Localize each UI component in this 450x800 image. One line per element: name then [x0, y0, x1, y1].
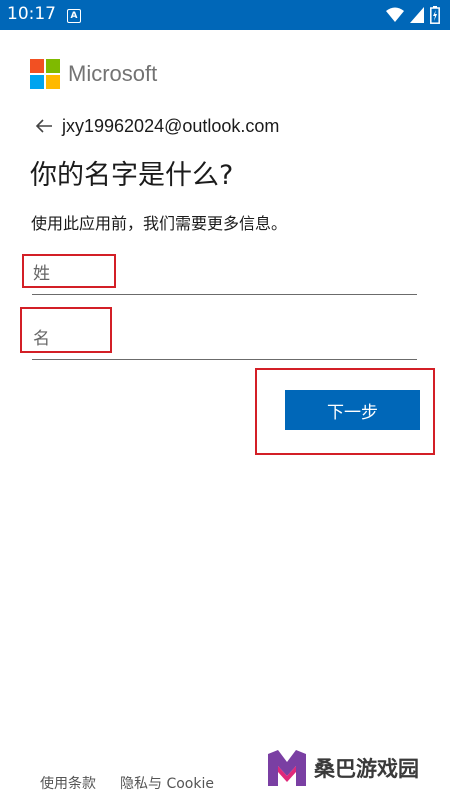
microsoft-logo-icon	[30, 59, 60, 89]
account-email: jxy19962024@outlook.com	[62, 115, 280, 136]
battery-icon	[430, 6, 440, 24]
watermark-logo-icon	[268, 750, 306, 786]
page-subtitle: 使用此应用前，我们需要更多信息。	[31, 214, 288, 233]
status-time: 10:17	[7, 4, 56, 24]
microsoft-logo: Microsoft	[30, 59, 157, 89]
status-icons	[386, 6, 440, 24]
status-bar: 10:17 A	[0, 0, 450, 30]
account-row: jxy19962024@outlook.com	[34, 115, 279, 137]
first-name-highlight-box	[20, 307, 112, 353]
wifi-icon	[386, 7, 404, 22]
next-button-highlight-box	[255, 368, 435, 455]
brand-name: Microsoft	[68, 61, 158, 86]
back-arrow-icon[interactable]	[34, 115, 56, 137]
signal-icon	[410, 7, 424, 23]
last-name-highlight-box	[22, 254, 116, 288]
page-title: 你的名字是什么?	[30, 160, 234, 191]
watermark: 桑巴游戏园	[266, 748, 419, 788]
privacy-link[interactable]: 隐私与 Cookie	[120, 773, 214, 793]
footer: 使用条款 隐私与 Cookie	[40, 773, 214, 793]
terms-link[interactable]: 使用条款	[40, 773, 96, 793]
notification-app-icon: A	[67, 9, 81, 23]
watermark-text: 桑巴游戏园	[314, 757, 419, 781]
